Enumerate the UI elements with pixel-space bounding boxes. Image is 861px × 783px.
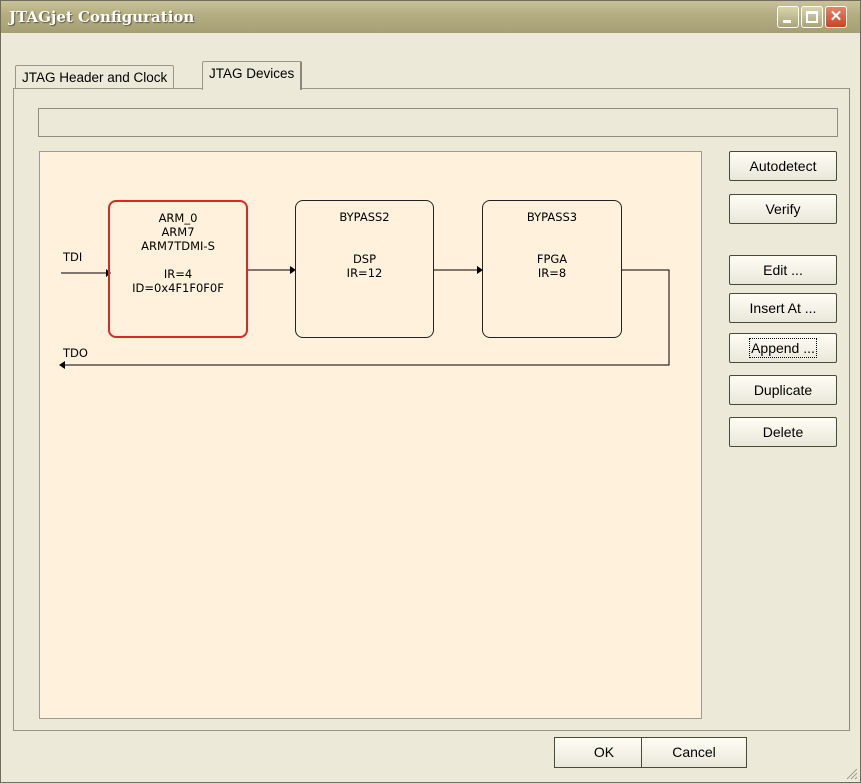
window-title: JTAGjet Configuration xyxy=(9,8,195,26)
device-line xyxy=(296,224,433,238)
ok-button[interactable]: OK xyxy=(554,737,654,768)
jtag-chain-canvas[interactable]: TDI TDO ARM_0 ARM7 ARM7TDMI-S IR=4 ID=0x… xyxy=(39,151,702,719)
minimize-icon xyxy=(783,20,791,23)
insert-at-button[interactable]: Insert At ... xyxy=(729,293,837,323)
edit-button[interactable]: Edit ... xyxy=(729,255,837,285)
minimize-button[interactable] xyxy=(777,6,799,28)
device-line: IR=8 xyxy=(537,266,567,280)
device-arm0[interactable]: ARM_0 ARM7 ARM7TDMI-S IR=4 ID=0x4F1F0F0F xyxy=(108,200,248,338)
maximize-button[interactable] xyxy=(801,6,823,28)
device-line: IR=4 xyxy=(163,267,193,281)
device-line xyxy=(110,253,246,267)
status-field xyxy=(38,108,838,137)
append-label: Append ... xyxy=(749,338,817,358)
maximize-icon xyxy=(806,11,818,23)
close-icon: ✕ xyxy=(829,8,843,25)
resize-grip-icon[interactable] xyxy=(844,766,858,780)
device-line: ARM7TDMI-S xyxy=(141,239,215,253)
tab-jtag-devices[interactable]: JTAG Devices xyxy=(202,61,303,90)
device-line xyxy=(483,224,621,238)
autodetect-button[interactable]: Autodetect xyxy=(729,151,837,181)
device-line: DSP xyxy=(352,252,377,266)
tdi-label: TDI xyxy=(63,250,83,264)
duplicate-button[interactable]: Duplicate xyxy=(729,375,837,405)
close-button[interactable]: ✕ xyxy=(825,6,847,28)
delete-button[interactable]: Delete xyxy=(729,417,837,447)
tab-jtag-header-and-clock[interactable]: JTAG Header and Clock xyxy=(15,65,175,88)
tdo-arrow xyxy=(59,361,65,369)
device-line: ARM7 xyxy=(161,225,195,239)
duplicate-label: Duplicate xyxy=(753,382,813,398)
device-name: BYPASS3 xyxy=(526,210,578,224)
insert-at-label: Insert At ... xyxy=(749,300,817,316)
verify-label: Verify xyxy=(765,201,801,217)
device-line xyxy=(483,238,621,252)
append-button[interactable]: Append ... xyxy=(729,333,837,363)
device-line: ID=0x4F1F0F0F xyxy=(132,281,224,295)
verify-button[interactable]: Verify xyxy=(729,194,837,224)
cancel-button[interactable]: Cancel xyxy=(641,737,747,768)
delete-label: Delete xyxy=(762,424,804,440)
autodetect-label: Autodetect xyxy=(749,158,817,174)
device-name: BYPASS2 xyxy=(339,210,390,224)
device-bypass3[interactable]: BYPASS3 FPGA IR=8 xyxy=(482,200,622,338)
device-line: FPGA xyxy=(536,252,568,266)
device-bypass2[interactable]: BYPASS2 DSP IR=12 xyxy=(295,200,434,338)
jtagjet-configuration-window: JTAGjet Configuration ✕ JTAG Header and … xyxy=(0,0,861,783)
edit-label: Edit ... xyxy=(763,262,803,278)
device-line xyxy=(296,238,433,252)
title-bar[interactable]: JTAGjet Configuration ✕ xyxy=(1,1,860,33)
device-line: IR=12 xyxy=(346,266,383,280)
tdo-label: TDO xyxy=(63,346,88,360)
device-name: ARM_0 xyxy=(158,211,198,225)
